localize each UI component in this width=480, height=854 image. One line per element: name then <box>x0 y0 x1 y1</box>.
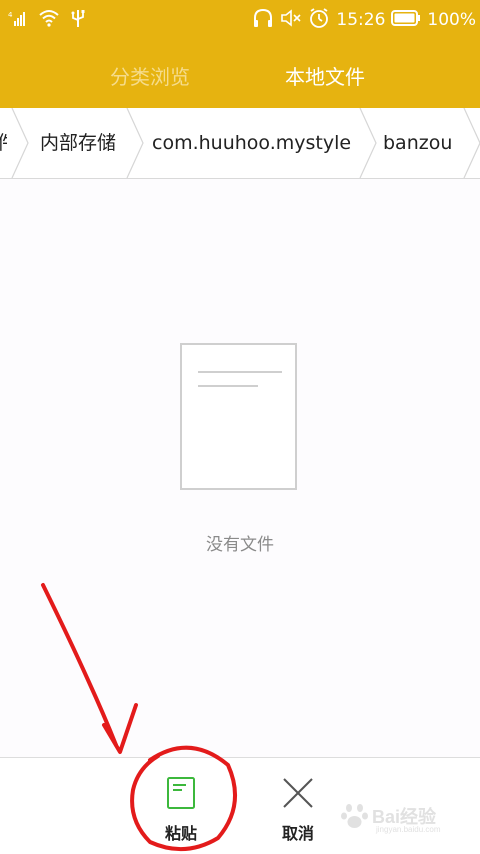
annotation-arrow-head <box>102 703 138 754</box>
signal-icon: 4 <box>8 9 28 31</box>
document-line <box>198 371 282 373</box>
tab-category-browse[interactable]: 分类浏览 <box>110 56 190 98</box>
headphones-icon <box>252 8 274 32</box>
status-bar: 4 15:26 100% <box>0 0 480 40</box>
document-line <box>198 385 258 387</box>
cancel-button[interactable]: 取消 <box>258 758 338 854</box>
status-time: 15:26 <box>336 10 386 30</box>
battery-percent: 100% <box>427 10 476 30</box>
breadcrumb-item-package[interactable]: com.huuhoo.mystyle <box>152 108 351 178</box>
empty-message: 没有文件 <box>0 530 480 555</box>
usb-icon <box>70 8 86 32</box>
cancel-label: 取消 <box>281 824 314 843</box>
tab-local-files[interactable]: 本地文件 <box>285 56 365 98</box>
status-right: 15:26 100% <box>252 8 476 32</box>
screen: 4 15:26 100% 分类浏览 本地文件 内部存储 com.huuhoo.m… <box>0 0 480 854</box>
status-left: 4 <box>8 8 86 32</box>
app-header: 4 15:26 100% 分类浏览 本地文件 <box>0 0 480 108</box>
battery-icon <box>391 9 421 31</box>
paste-button[interactable]: 粘贴 <box>141 758 221 854</box>
clipboard-icon <box>166 776 196 814</box>
document-icon <box>180 343 297 490</box>
close-icon <box>281 776 315 814</box>
mute-icon <box>280 8 302 32</box>
annotation-arrow-shaft <box>41 583 118 747</box>
breadcrumb-item-banzou[interactable]: banzou <box>383 108 452 178</box>
breadcrumb-item-internal-storage[interactable]: 内部存储 <box>40 108 116 178</box>
tab-bar: 分类浏览 本地文件 <box>0 56 480 98</box>
paw-icon <box>341 804 368 828</box>
breadcrumb: 件 内部存储 com.huuhoo.mystyle banzou <box>0 108 480 179</box>
wifi-icon <box>38 9 60 31</box>
empty-message-text: 没有文件 <box>206 535 274 555</box>
svg-text:4: 4 <box>8 11 13 19</box>
watermark-sub: jingyan.baidu.com <box>376 825 441 834</box>
breadcrumb-item-previous[interactable]: 件 <box>0 108 7 178</box>
watermark: Bai经验 jingyan.baidu.com <box>340 797 460 837</box>
alarm-icon <box>308 7 330 33</box>
paste-label: 粘贴 <box>164 824 197 843</box>
